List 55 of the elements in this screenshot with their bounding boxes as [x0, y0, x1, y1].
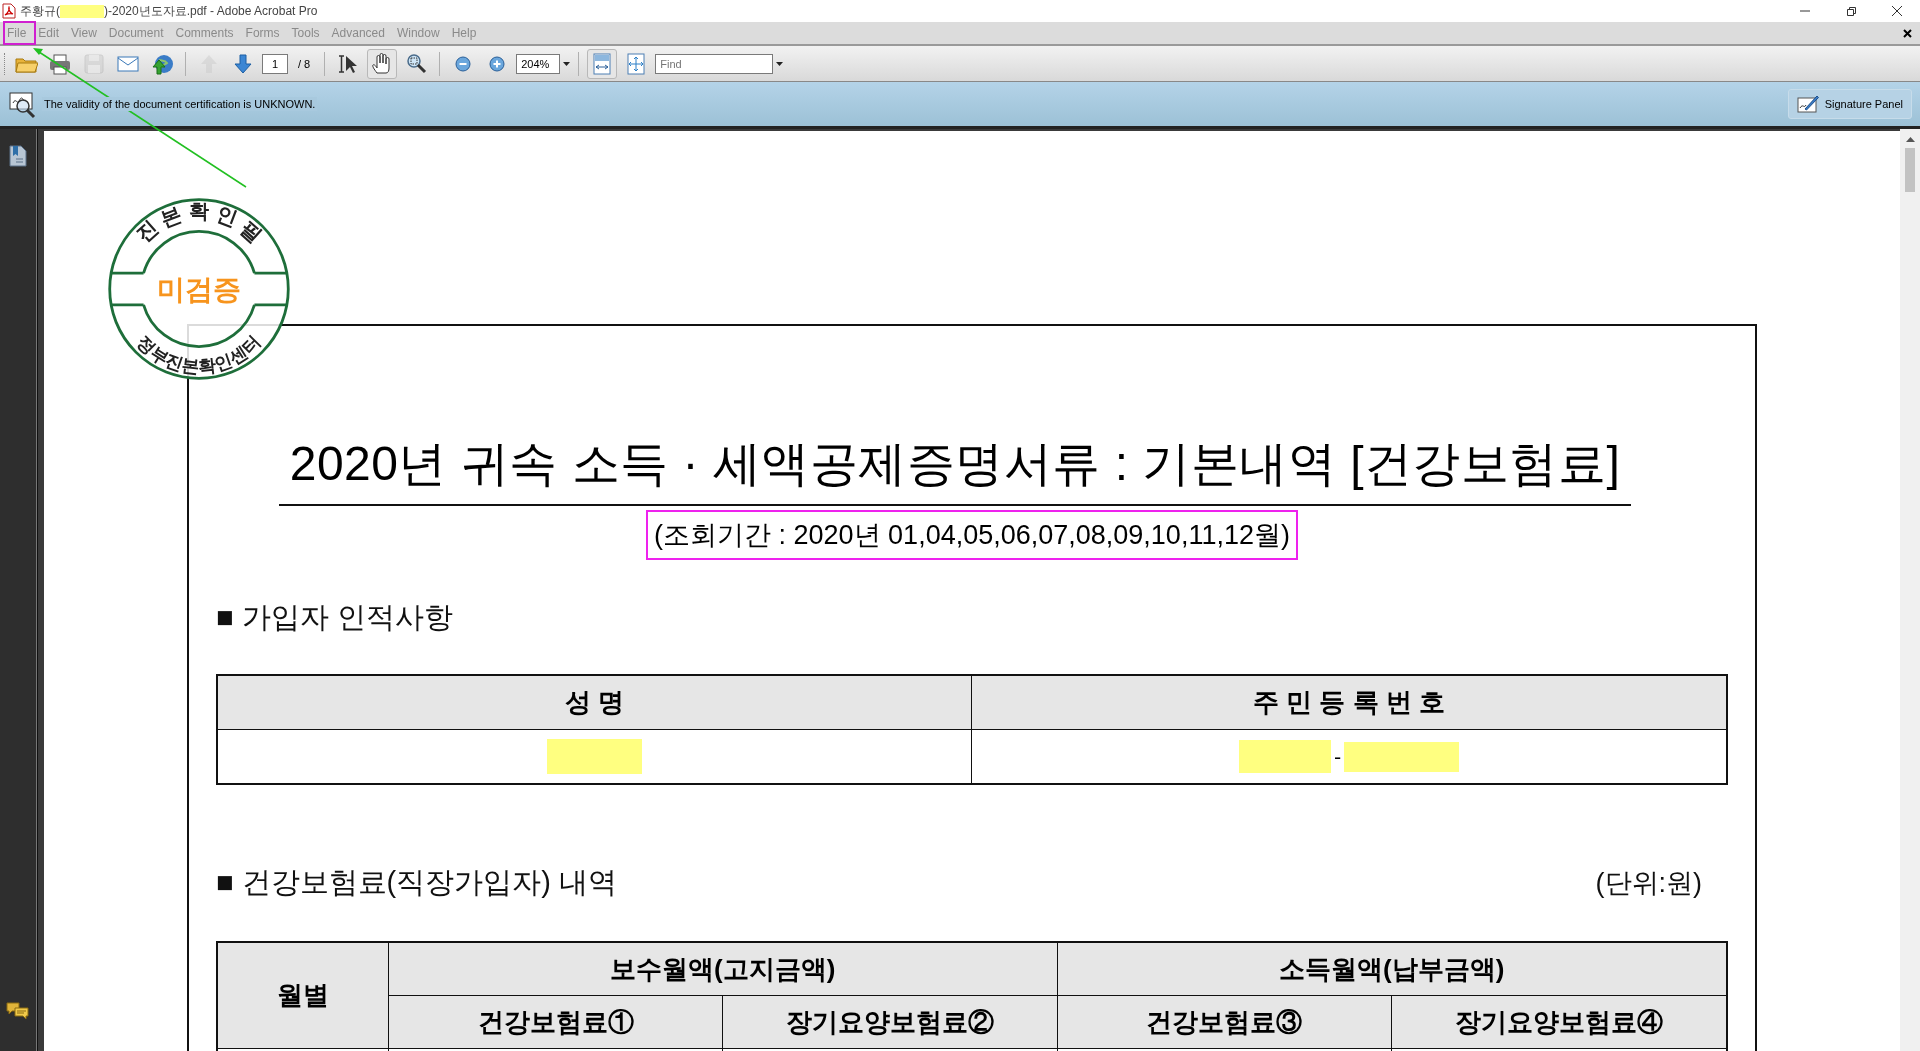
- section-heading: ■ 건강보험료(직장가입자) 내역: [216, 865, 618, 900]
- magnifier-icon: [404, 51, 429, 76]
- redaction-mark: [60, 4, 104, 18]
- hand-button[interactable]: [367, 48, 398, 79]
- scroll-thumb[interactable]: [1905, 148, 1915, 192]
- signature-panel-button[interactable]: Signature Panel: [1787, 89, 1912, 119]
- menu-item[interactable]: Tools: [284, 26, 325, 40]
- bookmark-page-icon: [9, 145, 27, 167]
- column-header: 건강보험료③: [1057, 996, 1392, 1049]
- column-header: 월별: [218, 943, 389, 1049]
- column-group-header: 보수월액(고지금액): [389, 943, 1058, 996]
- fit-width-button[interactable]: [587, 48, 618, 79]
- down-arrow-icon: [231, 51, 255, 76]
- menu-item[interactable]: Help: [444, 26, 482, 40]
- dropdown-caret-icon: [563, 61, 571, 66]
- column-header: 장기요양보험료②: [723, 996, 1058, 1049]
- vertical-scrollbar[interactable]: [1900, 129, 1920, 1051]
- menu-item[interactable]: Advanced: [324, 26, 390, 40]
- zoom-field[interactable]: 204%: [516, 53, 561, 74]
- pen-signature-icon: [1796, 94, 1819, 114]
- id-separator: -: [1333, 744, 1342, 769]
- menu-item[interactable]: Edit: [31, 26, 65, 40]
- close-icon: [1891, 5, 1903, 17]
- page-count: / 8: [298, 57, 311, 70]
- window-title: )-2020년도자료.pdf - Adobe Acrobat Pro: [104, 2, 318, 20]
- certificate-magnifier-icon: [8, 89, 38, 119]
- column-header: 장기요양보험료④: [1391, 996, 1726, 1049]
- restore-icon: [1845, 5, 1857, 17]
- unit-label: (단위:원): [1595, 867, 1702, 900]
- printer-icon: [48, 51, 72, 76]
- page-number-field[interactable]: 1: [262, 53, 288, 74]
- document-title: 2020년 귀속 소득 · 세액공제증명서류 : 기본내역 [건강보험료]: [279, 432, 1631, 506]
- comments-button[interactable]: [6, 1001, 30, 1021]
- menu-item[interactable]: View: [64, 26, 102, 40]
- column-header: 성 명: [218, 676, 972, 730]
- close-document-button[interactable]: [1901, 26, 1914, 40]
- period-text: (조회기간 : 2020년 01,04,05,06,07,08,09,10,11,12월): [654, 520, 1290, 550]
- dropdown-caret-icon: [776, 61, 784, 66]
- close-icon: [1903, 28, 1912, 38]
- window-title: 주황규(: [20, 2, 60, 20]
- column-header: 주 민 등 록 번 호: [972, 676, 1726, 730]
- certification-message: The validity of the document certification is UNKNOWN.: [42, 97, 318, 111]
- speech-bubbles-icon: [6, 1001, 30, 1021]
- find-field[interactable]: Find: [655, 53, 774, 74]
- highlight-frame: [3, 21, 36, 45]
- section-heading: ■ 가입자 인적사항: [216, 600, 454, 635]
- menu-item[interactable]: Document: [101, 26, 169, 40]
- menu-item[interactable]: Window: [389, 26, 445, 40]
- menu-item[interactable]: Forms: [238, 26, 285, 40]
- menu-item[interactable]: File: [0, 26, 32, 40]
- menu-item[interactable]: Comments: [168, 26, 239, 40]
- scroll-up-icon: [1905, 137, 1915, 142]
- column-group-header: 소득월액(납부금액): [1057, 943, 1726, 996]
- bookmarks-button[interactable]: [9, 145, 27, 167]
- column-header: 건강보험료①: [389, 996, 724, 1049]
